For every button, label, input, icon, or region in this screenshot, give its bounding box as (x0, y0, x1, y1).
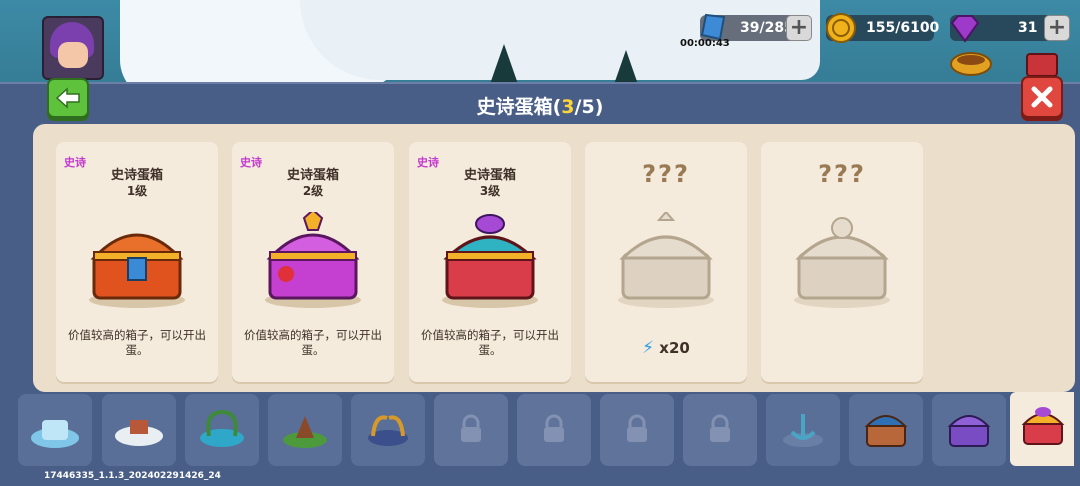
page-title: 史诗蛋箱(3/5) (476, 96, 604, 118)
category-slot-locked[interactable] (434, 394, 508, 466)
back-button[interactable] (47, 78, 89, 118)
chest-card-locked-4[interactable]: ??? ⚡ x20 (585, 142, 747, 382)
lock-icon (544, 414, 564, 442)
unknown-label: ??? (642, 160, 690, 188)
close-icon (1031, 86, 1053, 108)
epic-chest-level-2-icon (265, 212, 361, 308)
gem-value: 31 (1018, 20, 1038, 36)
player-avatar[interactable] (42, 16, 104, 80)
arrow-left-icon (55, 87, 80, 109)
purple-chest-icon (947, 415, 991, 447)
category-slot-locked[interactable] (517, 394, 591, 466)
category-slot-cloud[interactable] (102, 394, 176, 466)
add-gems-button[interactable]: + (1044, 15, 1070, 41)
category-slot-horn[interactable] (351, 394, 425, 466)
chest-name: 史诗蛋箱 (463, 168, 516, 183)
category-slot-epic-chest[interactable] (1010, 392, 1074, 466)
category-slot-anchor[interactable] (766, 394, 840, 466)
category-slot-locked[interactable] (683, 394, 757, 466)
gem-icon (950, 15, 980, 43)
gift-box-icon[interactable] (1024, 50, 1060, 78)
ice-island-icon (31, 420, 79, 448)
category-slot-blue-chest[interactable] (849, 394, 923, 466)
chest-description: 价值较高的箱子，可以开出蛋。 (421, 328, 559, 357)
horn-nest-icon (368, 415, 408, 446)
category-slot-volcano[interactable] (268, 394, 342, 466)
locked-chest-silhouette-icon (794, 217, 890, 308)
chest-level: 3级 (479, 184, 501, 198)
lightning-icon: ⚡ (642, 338, 655, 358)
blue-chest-icon (864, 415, 908, 447)
chest-card-level-3[interactable]: 史诗 史诗蛋箱 3级 价值较高的箱子，可以开出蛋。 (409, 142, 571, 382)
gem-counter: 31 + (950, 15, 1070, 43)
chest-name: 史诗蛋箱 (110, 168, 163, 183)
category-slot-locked[interactable] (600, 394, 674, 466)
lock-icon (710, 414, 730, 442)
chest-name: 史诗蛋箱 (286, 168, 339, 183)
cloud-island-icon (115, 420, 163, 446)
chest-card-level-2[interactable]: 史诗 史诗蛋箱 2级 价值较高的箱子，可以开出蛋。 (232, 142, 394, 382)
lock-icon (627, 414, 647, 442)
gold-value: 155/6100 (866, 20, 940, 36)
chest-description: 价值较高的箱子，可以开出蛋。 (68, 328, 206, 357)
category-slot-vine[interactable] (185, 394, 259, 466)
category-slot-ice[interactable] (18, 394, 92, 466)
gold-counter: 155/6100 (826, 13, 939, 43)
anchor-icon (783, 414, 823, 447)
unlock-cost-value: x20 (659, 339, 690, 357)
lock-icon (461, 414, 481, 442)
trophy-cup-icon[interactable] (948, 50, 994, 78)
chest-card-level-1[interactable]: 史诗 史诗蛋箱 1级 价值较高的箱子，可以开出蛋。 (56, 142, 218, 382)
close-button[interactable] (1021, 76, 1063, 118)
chest-card-locked-5[interactable]: ??? (761, 142, 923, 382)
unknown-label: ??? (818, 160, 866, 188)
chest-level: 2级 (302, 184, 324, 198)
unlock-cost: ⚡ x20 (585, 338, 747, 358)
volcano-island-icon (283, 416, 327, 448)
vine-portal-icon (200, 409, 244, 447)
energy-timer: 00:00:43 (680, 38, 730, 49)
add-energy-button[interactable]: + (786, 15, 812, 41)
epic-chest-level-1-icon (89, 233, 185, 308)
category-slot-purple-chest[interactable] (932, 394, 1006, 466)
locked-chest-silhouette-icon (618, 212, 714, 308)
chest-description: 价值较高的箱子，可以开出蛋。 (244, 328, 382, 357)
chest-level: 1级 (126, 184, 148, 198)
epic-chest-level-3-icon (442, 214, 538, 308)
pine-tree (490, 44, 518, 84)
gold-coin-icon (826, 13, 856, 43)
epic-chest-icon (1021, 407, 1065, 445)
build-version: 17446335_1.1.3_202402291426_24 (44, 471, 221, 481)
